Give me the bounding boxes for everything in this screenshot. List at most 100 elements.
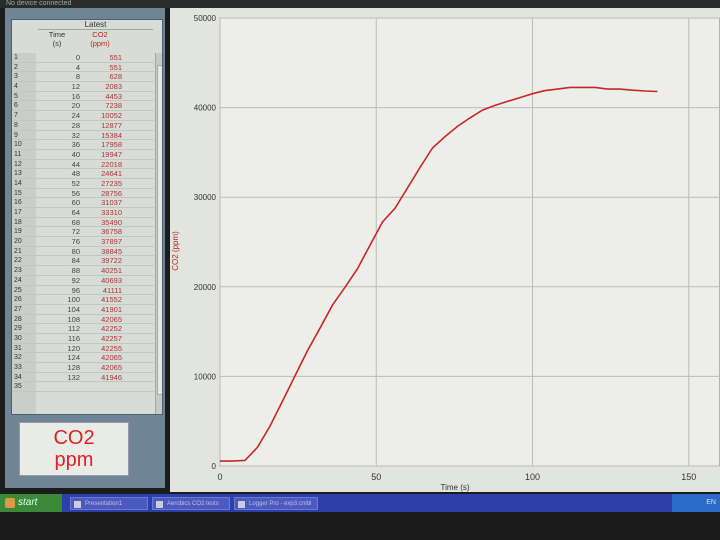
cell-time[interactable]: 24	[38, 111, 80, 121]
cell-co2[interactable]: 41946	[82, 373, 122, 383]
cell-co2[interactable]: 7238	[82, 101, 122, 111]
table-row[interactable]: 22 84 39722	[12, 256, 154, 267]
cell-co2[interactable]: 15384	[82, 131, 122, 141]
cell-co2[interactable]: 2083	[82, 82, 122, 92]
table-row[interactable]: 15 56 28756	[12, 189, 154, 199]
cell-co2[interactable]: 35490	[82, 218, 122, 228]
table-row[interactable]: 12 44 22018	[12, 160, 154, 170]
column-header-co2[interactable]: CO2 (ppm)	[78, 30, 122, 52]
cell-co2[interactable]: 551	[82, 53, 122, 63]
table-row[interactable]: 5 16 4453	[12, 92, 154, 102]
table-row[interactable]: 7 24 10052	[12, 111, 154, 121]
table-row[interactable]: 6 20 7238	[12, 101, 154, 112]
cell-time[interactable]: 92	[38, 276, 80, 286]
table-row[interactable]: 30 116 42257	[12, 334, 154, 344]
table-row[interactable]: 9 32 15384	[12, 131, 154, 141]
cell-co2[interactable]: 4453	[82, 92, 122, 102]
cell-co2[interactable]: 42252	[82, 324, 122, 334]
cell-co2[interactable]: 40693	[82, 276, 122, 286]
table-scrollbar[interactable]	[155, 53, 162, 414]
cell-time[interactable]: 116	[38, 334, 80, 344]
co2-chart[interactable]: 0 50 100 150 0 10000 20000 30000 40000 50000 Time …	[170, 8, 720, 492]
cell-time[interactable]: 52	[38, 179, 80, 189]
cell-co2[interactable]: 33310	[82, 208, 122, 218]
table-row[interactable]: 1 0 551	[12, 53, 154, 63]
table-row[interactable]: 32 124 42065	[12, 353, 154, 363]
data-table[interactable]: Latest Time (s) CO2 (ppm) 1 0 551 2 4 551 3 8 62…	[11, 19, 163, 415]
cell-time[interactable]: 20	[38, 101, 80, 111]
table-row[interactable]: 26 100 41552	[12, 295, 154, 305]
cell-time[interactable]: 56	[38, 189, 80, 199]
cell-co2[interactable]: 10052	[82, 111, 122, 121]
cell-time[interactable]: 68	[38, 218, 80, 228]
cell-co2[interactable]: 42065	[82, 315, 122, 325]
cell-time[interactable]: 104	[38, 305, 80, 315]
column-header-time[interactable]: Time (s)	[38, 30, 76, 52]
table-row[interactable]: 13 48 24641	[12, 169, 154, 179]
cell-co2[interactable]: 42257	[82, 334, 122, 344]
cell-time[interactable]: 32	[38, 131, 80, 141]
cell-time[interactable]: 48	[38, 169, 80, 179]
table-row[interactable]: 19 72 36758	[12, 227, 154, 238]
cell-time[interactable]: 28	[38, 121, 80, 131]
table-row[interactable]: 33 128 42065	[12, 363, 154, 373]
cell-co2[interactable]: 24641	[82, 169, 122, 179]
table-row[interactable]: 35	[12, 382, 154, 393]
cell-time[interactable]: 100	[38, 295, 80, 305]
scrollbar-thumb[interactable]	[157, 65, 162, 395]
cell-co2[interactable]: 38845	[82, 247, 122, 257]
cell-time[interactable]: 108	[38, 315, 80, 325]
cell-time[interactable]: 40	[38, 150, 80, 160]
table-row[interactable]: 20 76 37897	[12, 237, 154, 247]
cell-time[interactable]: 96	[38, 286, 80, 296]
cell-time[interactable]: 124	[38, 353, 80, 363]
cell-time[interactable]: 0	[38, 53, 80, 63]
cell-co2[interactable]: 37897	[82, 237, 122, 247]
cell-co2[interactable]: 551	[82, 63, 122, 73]
table-row[interactable]: 16 60 31037	[12, 198, 154, 208]
cell-co2[interactable]: 39722	[82, 256, 122, 266]
table-row[interactable]: 3 8 628	[12, 72, 154, 83]
cell-time[interactable]: 120	[38, 344, 80, 354]
table-row[interactable]: 25 96 41111	[12, 286, 154, 296]
table-row[interactable]: 29 112 42252	[12, 324, 154, 334]
cell-time[interactable]: 128	[38, 363, 80, 373]
table-row[interactable]: 23 88 40251	[12, 266, 154, 276]
cell-time[interactable]: 12	[38, 82, 80, 92]
table-row[interactable]: 11 40 19947	[12, 150, 154, 160]
table-row[interactable]: 21 80 38845	[12, 247, 154, 257]
cell-time[interactable]: 76	[38, 237, 80, 247]
cell-time[interactable]: 36	[38, 140, 80, 150]
cell-co2[interactable]: 42065	[82, 353, 122, 363]
taskbar-item-aerobics[interactable]: Aerobics CO2 tests	[152, 497, 230, 510]
cell-co2[interactable]: 17958	[82, 140, 122, 150]
table-row[interactable]: 28 108 42065	[12, 315, 154, 325]
table-row[interactable]: 31 120 42255	[12, 344, 154, 354]
table-row[interactable]: 14 52 27235	[12, 179, 154, 189]
cell-co2[interactable]: 27235	[82, 179, 122, 189]
cell-co2[interactable]: 31037	[82, 198, 122, 208]
cell-co2[interactable]: 42255	[82, 344, 122, 354]
cell-time[interactable]: 60	[38, 198, 80, 208]
table-row[interactable]: 27 104 41901	[12, 305, 154, 315]
table-row[interactable]: 2 4 551	[12, 63, 154, 73]
cell-co2[interactable]: 19947	[82, 150, 122, 160]
table-row[interactable]: 34 132 41946	[12, 373, 154, 383]
table-row[interactable]: 17 64 33310	[12, 208, 154, 218]
table-row[interactable]: 4 12 2083	[12, 82, 154, 92]
taskbar-item-logger-pro[interactable]: Logger Pro - exp3.cmbl	[234, 497, 318, 510]
cell-time[interactable]: 8	[38, 72, 80, 82]
table-row[interactable]: 24 92 40693	[12, 276, 154, 286]
cell-time[interactable]: 132	[38, 373, 80, 383]
cell-time[interactable]: 80	[38, 247, 80, 257]
cell-time[interactable]: 84	[38, 256, 80, 266]
cell-co2[interactable]: 41111	[82, 286, 122, 296]
cell-co2[interactable]: 40251	[82, 266, 122, 276]
start-button[interactable]: start	[0, 494, 62, 512]
cell-time[interactable]: 112	[38, 324, 80, 334]
cell-time[interactable]: 88	[38, 266, 80, 276]
cell-time[interactable]: 16	[38, 92, 80, 102]
cell-co2[interactable]: 28756	[82, 189, 122, 199]
table-row[interactable]: 18 68 35490	[12, 218, 154, 228]
cell-co2[interactable]: 22018	[82, 160, 122, 170]
